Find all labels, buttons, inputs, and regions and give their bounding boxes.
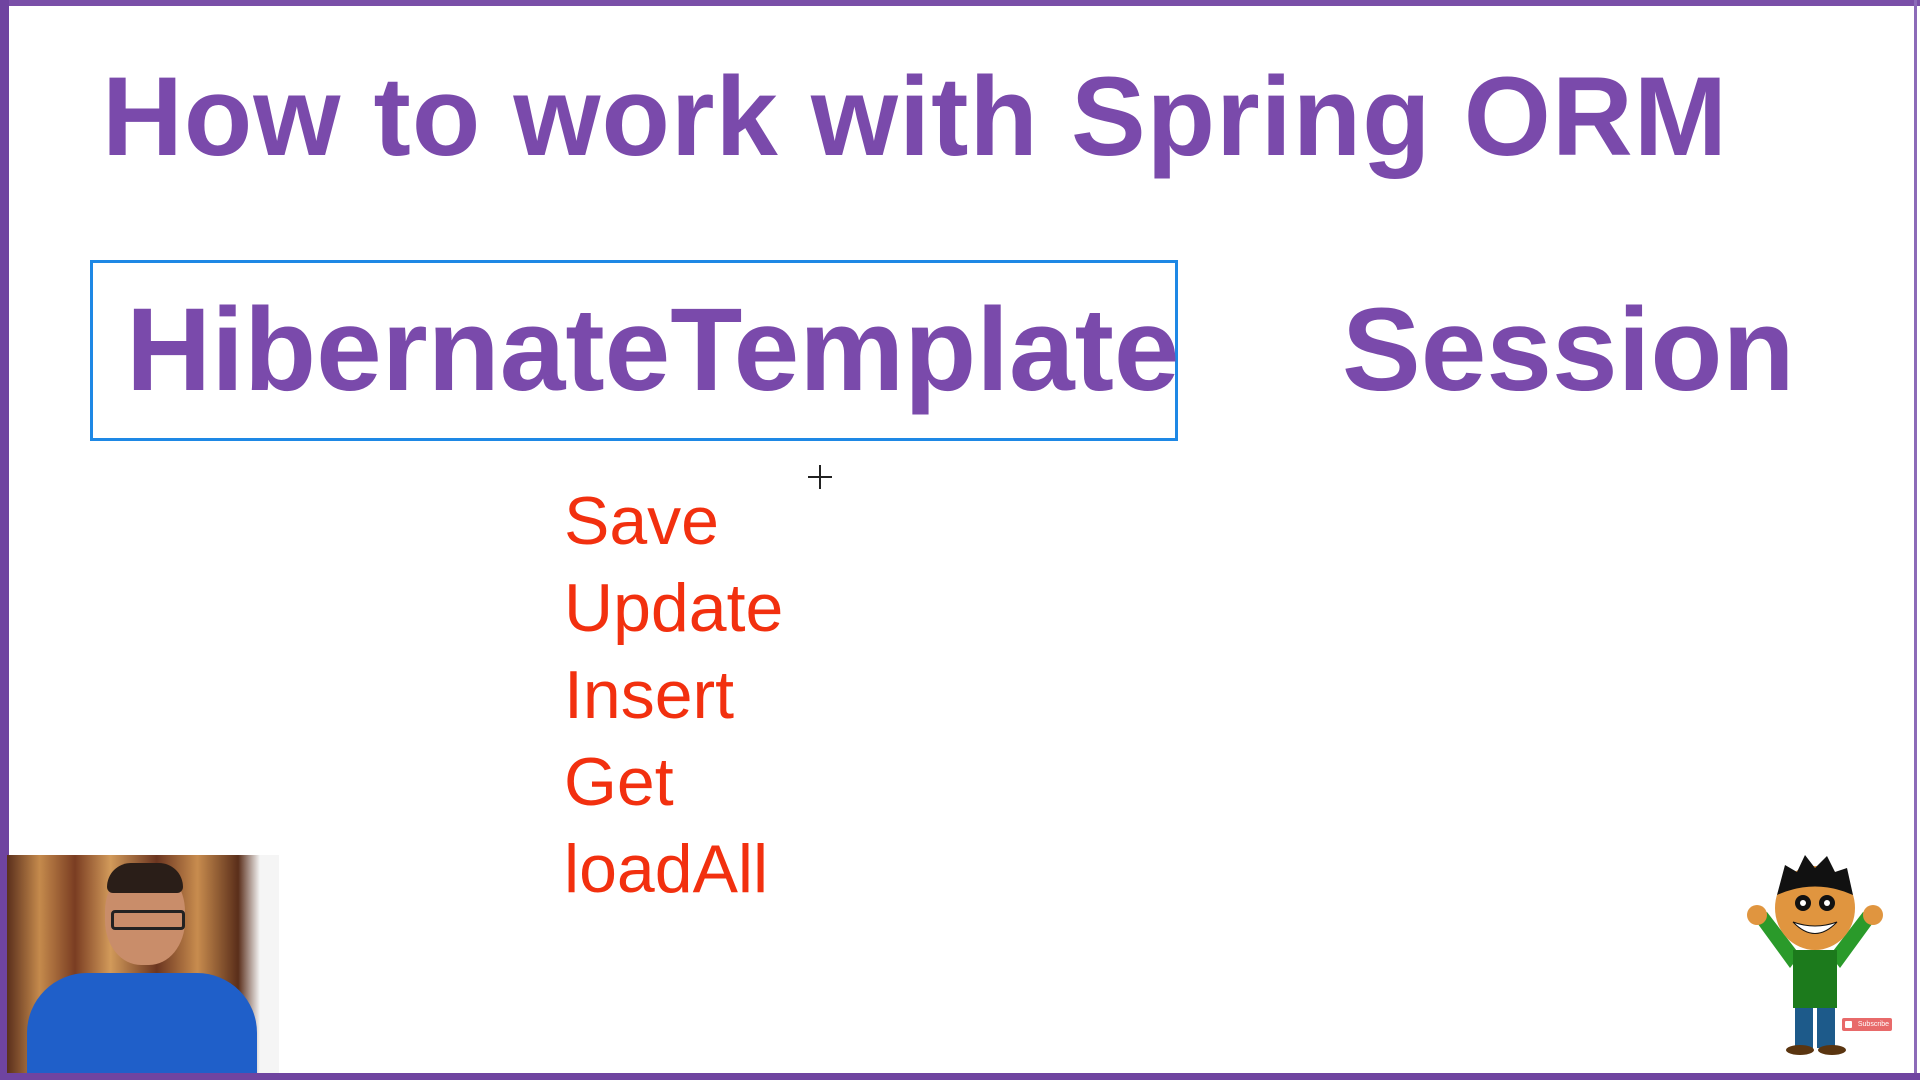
session-label: Session xyxy=(1342,284,1795,416)
frame-right-border xyxy=(1914,0,1917,1080)
method-item: Get xyxy=(564,744,674,820)
hibernate-template-label: HibernateTemplate xyxy=(126,284,1180,416)
subscribe-button[interactable]: Subscribe xyxy=(1842,1018,1892,1031)
frame-top-border xyxy=(0,0,1920,6)
play-icon xyxy=(1845,1021,1852,1028)
method-list: Save Update Insert Get loadAll xyxy=(564,478,783,913)
frame-bottom-border xyxy=(0,1073,1920,1080)
slide-title: How to work with Spring ORM xyxy=(102,54,1729,179)
presenter-webcam xyxy=(7,855,279,1073)
crosshair-cursor-icon xyxy=(808,465,832,489)
method-item: loadAll xyxy=(564,831,769,907)
method-item: Save xyxy=(564,483,719,559)
method-item: Update xyxy=(564,570,784,646)
method-item: Insert xyxy=(564,657,735,733)
